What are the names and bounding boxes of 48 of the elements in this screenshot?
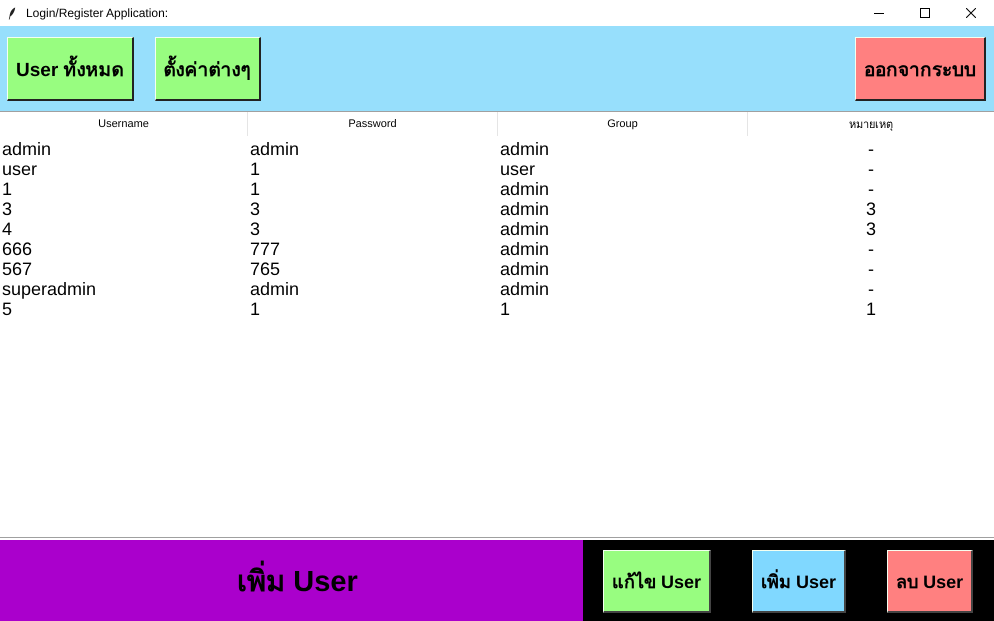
table-cell: 5 bbox=[2, 299, 12, 319]
table-cell: admin bbox=[2, 139, 52, 159]
table-cell: admin bbox=[250, 139, 300, 159]
table-cell: admin bbox=[500, 199, 550, 219]
table-cell: - bbox=[868, 239, 874, 259]
action-button[interactable]: เพิ่ม User bbox=[752, 550, 846, 613]
table-cell: 3 bbox=[250, 199, 260, 219]
table-cell: admin bbox=[250, 279, 300, 299]
table-cell: - bbox=[868, 259, 874, 279]
table-cell: 1 bbox=[250, 179, 260, 199]
table-cell: - bbox=[868, 179, 874, 199]
table-cell: admin bbox=[500, 219, 550, 239]
table-cell: admin bbox=[500, 239, 550, 259]
table-cell: user bbox=[2, 159, 38, 179]
table-cell: 1 bbox=[250, 299, 260, 319]
table-cell: admin bbox=[500, 279, 550, 299]
panel-title: เพิ่ม User bbox=[237, 558, 358, 604]
table-cell: 567 bbox=[2, 259, 32, 279]
toolbar-button[interactable]: User ทั้งหมด bbox=[7, 37, 134, 101]
table-cell: 1 bbox=[866, 299, 876, 319]
minimize-icon bbox=[874, 12, 884, 14]
table-cell: 3 bbox=[866, 219, 876, 239]
logout-button[interactable]: ออกจากระบบ bbox=[855, 37, 986, 101]
table-cell: admin bbox=[500, 259, 550, 279]
feather-icon bbox=[8, 6, 16, 20]
action-button[interactable]: แก้ไข User bbox=[603, 550, 712, 613]
table-cell: 3 bbox=[2, 199, 12, 219]
table-cell: 1 bbox=[2, 179, 12, 199]
table-cell: 765 bbox=[250, 259, 280, 279]
table-cell: - bbox=[868, 279, 874, 299]
table-cell: superadmin bbox=[2, 279, 96, 299]
toolbar-button[interactable]: ตั้งค่าต่างๆ bbox=[154, 37, 261, 101]
window-title: Login/Register Application: bbox=[26, 6, 168, 20]
table-cell: 666 bbox=[2, 239, 32, 259]
table-cell: 4 bbox=[2, 219, 12, 239]
table-cell: user bbox=[500, 159, 536, 179]
maximize-icon bbox=[920, 8, 930, 18]
table-cell: 1 bbox=[500, 299, 510, 319]
table-cell: 1 bbox=[250, 159, 260, 179]
close-icon bbox=[966, 8, 976, 18]
table-cell: 3 bbox=[250, 219, 260, 239]
action-button[interactable]: ลบ User bbox=[887, 550, 974, 613]
table-cell: 777 bbox=[250, 239, 280, 259]
table-cell: - bbox=[868, 139, 874, 159]
table-cell: admin bbox=[500, 139, 550, 159]
table-cell: 3 bbox=[866, 199, 876, 219]
table-cell: - bbox=[868, 159, 874, 179]
table-cell: admin bbox=[500, 179, 550, 199]
